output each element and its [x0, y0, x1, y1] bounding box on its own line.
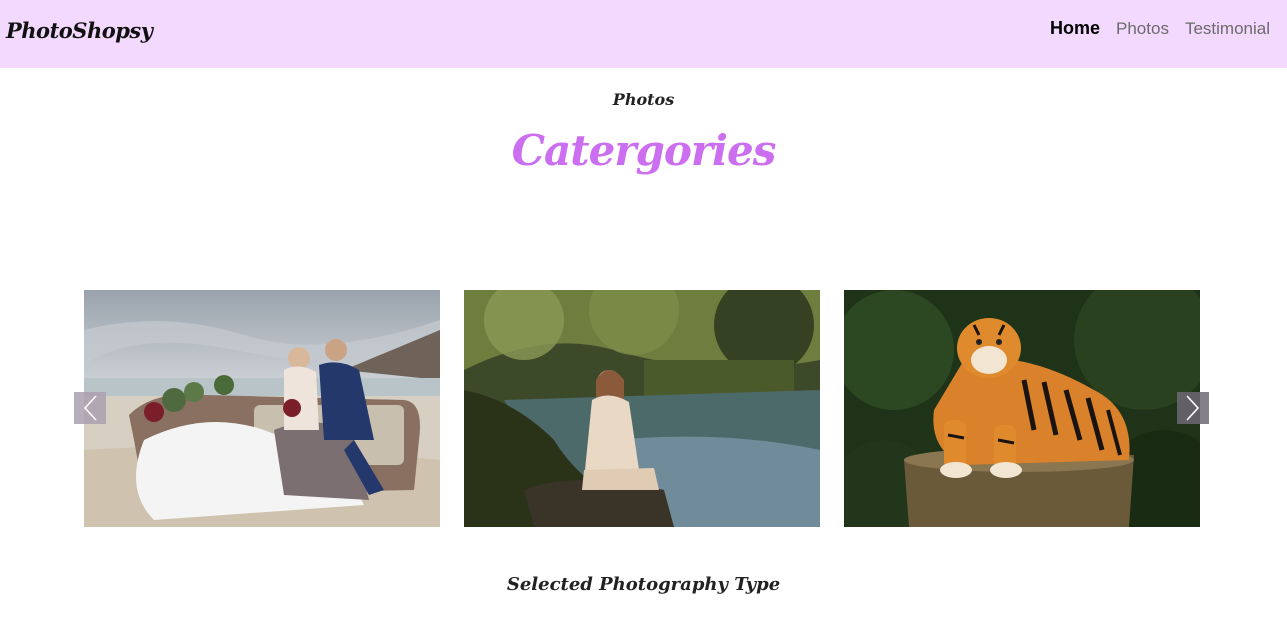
photo-carousel: [84, 290, 1200, 527]
chevron-left-icon: [83, 395, 97, 421]
wedding-couple-on-beach-photo: [84, 290, 440, 527]
nav-links: Home Photos Testimonial: [1050, 18, 1270, 39]
carousel-next-button[interactable]: [1177, 392, 1209, 424]
chevron-right-icon: [1186, 395, 1200, 421]
carousel-prev-button[interactable]: [74, 392, 106, 424]
selected-type-heading: Selected Photography Type: [506, 574, 781, 595]
nav-link-home[interactable]: Home: [1050, 18, 1100, 39]
woman-by-pond-photo: [464, 290, 820, 527]
section-title: Catergories: [511, 126, 777, 175]
carousel-slide-wedding[interactable]: [84, 290, 440, 527]
carousel-slide-tiger[interactable]: [844, 290, 1200, 527]
tiger-on-stump-photo: [844, 290, 1200, 527]
section-kicker: Photos: [612, 90, 675, 109]
nav-link-testimonial[interactable]: Testimonial: [1185, 19, 1270, 39]
brand-logo[interactable]: PhotoShopsy: [6, 18, 153, 43]
navbar: PhotoShopsy Home Photos Testimonial: [0, 0, 1287, 68]
nav-link-photos[interactable]: Photos: [1116, 19, 1169, 39]
carousel-slide-pond[interactable]: [464, 290, 820, 527]
